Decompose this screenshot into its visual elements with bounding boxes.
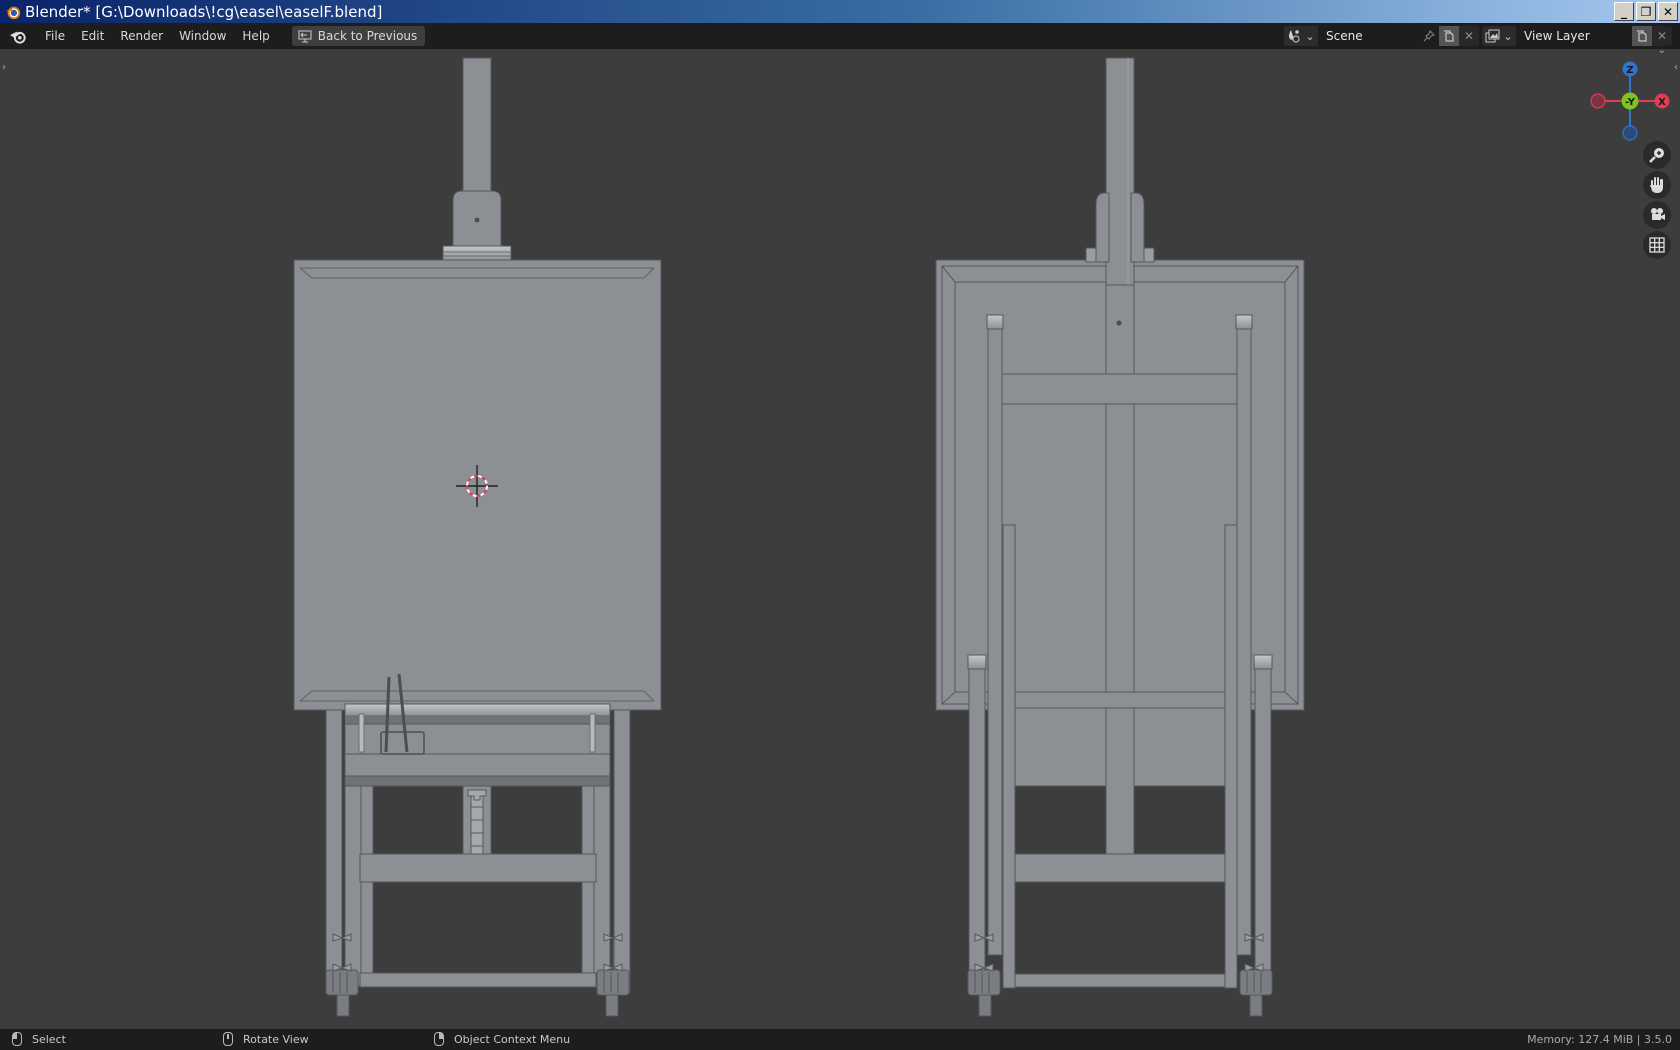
front-right-inner-leg	[593, 785, 611, 987]
back-left-leg	[987, 314, 1003, 956]
mast-clip-right	[1130, 192, 1145, 263]
gizmo-y-label: -Y	[1625, 97, 1636, 108]
back-upper-crossbar	[1001, 373, 1239, 405]
easel-front-view[interactable]	[293, 57, 662, 1017]
view-layer-type-dropdown[interactable]: ⌄	[1482, 26, 1516, 46]
restore-button[interactable]: ❐	[1636, 2, 1656, 21]
gizmo-z-label: Z	[1626, 65, 1633, 76]
screen-back-icon	[298, 30, 312, 42]
menu-render[interactable]: Render	[112, 26, 171, 46]
chevron-down-icon: ⌄	[1503, 29, 1513, 43]
zoom-view-button[interactable]	[1643, 141, 1671, 169]
mouse-left-icon	[12, 1032, 22, 1046]
toolbar-expand-toggle[interactable]: ›	[2, 62, 6, 73]
back-lower-crossbar	[1014, 853, 1226, 883]
menu-edit[interactable]: Edit	[73, 26, 112, 46]
gizmo-neg-z-icon	[1622, 125, 1638, 141]
viewport-scene	[293, 57, 1305, 1017]
back-right-inner-leg	[1224, 524, 1238, 989]
chevron-down-icon: ⌄	[1305, 29, 1315, 43]
front-left-inner-leg	[344, 785, 362, 987]
back-bottom-bar	[1014, 973, 1226, 988]
back-lower-panel-left	[1014, 707, 1107, 787]
back-right-foot	[1239, 969, 1273, 996]
canvas-tray-front	[344, 753, 611, 777]
grid-icon	[1649, 237, 1665, 253]
menu-window[interactable]: Window	[171, 26, 234, 46]
status-bar: Select Rotate View Object Context Menu M…	[0, 1029, 1680, 1050]
canvas-tray-top	[344, 703, 611, 717]
hand-pan-icon	[1650, 177, 1663, 194]
front-crossbar	[359, 853, 597, 883]
scene-selector: ⌄ Scene ✕	[1284, 26, 1479, 46]
easel-mast	[462, 57, 492, 193]
camera-view-button[interactable]	[1643, 201, 1671, 229]
new-scene-icon[interactable]	[1439, 26, 1459, 46]
window-title: Blender* [G:\Downloads\!cg\easel\easelF.…	[25, 2, 383, 21]
back-right-leg	[1236, 314, 1252, 956]
window-titlebar: Blender* [G:\Downloads\!cg\easel\easelF.…	[0, 0, 1680, 23]
pin-scene-icon[interactable]	[1419, 26, 1439, 46]
close-button[interactable]: ✕	[1658, 2, 1678, 21]
view-layer-name-field[interactable]: View Layer	[1516, 26, 1632, 46]
status-select-label: Select	[32, 1032, 66, 1046]
gizmo-x-label: X	[1658, 97, 1666, 108]
easel-back-view[interactable]	[935, 57, 1305, 1017]
status-rotate-label: Rotate View	[243, 1032, 309, 1046]
gizmo-neg-x-icon	[1590, 93, 1606, 109]
zoom-icon	[1649, 148, 1664, 163]
back-left-foot	[967, 969, 1001, 996]
view-layer-icon	[1485, 29, 1500, 43]
scene-type-dropdown[interactable]: ⌄	[1284, 26, 1318, 46]
clamp-knob	[474, 217, 480, 223]
pan-view-button[interactable]	[1643, 171, 1671, 199]
blender-app-icon	[5, 6, 21, 19]
back-to-previous-label: Back to Previous	[317, 29, 418, 43]
status-rotate: Rotate View	[223, 1032, 309, 1046]
scene-name-field[interactable]: Scene	[1318, 26, 1419, 46]
back-mast	[1105, 57, 1135, 286]
top-menu-bar: File Edit Render Window Help Back to Pre…	[0, 23, 1680, 49]
menu-help[interactable]: Help	[234, 26, 277, 46]
view-layer-selector: ⌄ View Layer ✕	[1482, 26, 1672, 46]
mast-clip-left	[1095, 192, 1110, 263]
menu-file[interactable]: File	[37, 26, 73, 46]
back-left-inner-leg	[1002, 524, 1016, 989]
status-context-label: Object Context Menu	[454, 1032, 571, 1046]
ortho-toggle-button[interactable]	[1643, 231, 1671, 259]
clamp-lip	[442, 245, 512, 262]
back-center-upright	[1105, 374, 1135, 857]
blender-logo-icon[interactable]	[9, 28, 27, 44]
status-select: Select	[12, 1032, 66, 1046]
status-context: Object Context Menu	[434, 1032, 570, 1046]
back-lower-panel-right	[1133, 707, 1226, 787]
camera-icon	[1651, 208, 1665, 220]
front-right-outer-leg	[613, 709, 631, 994]
new-view-layer-icon[interactable]	[1632, 26, 1652, 46]
front-left-foot	[325, 969, 359, 996]
3d-viewport[interactable]: › ‹ ⌄ Z X -Y	[0, 49, 1680, 1029]
memory-usage: Memory: 127.4 MiB | 3.5.0	[1527, 1033, 1672, 1046]
scene-icon	[1289, 30, 1300, 43]
front-bottom-bar	[359, 972, 597, 988]
back-mast-lower	[1105, 284, 1135, 376]
navigation-gizmo[interactable]: Z X -Y	[1588, 59, 1672, 143]
sidebar-expand-toggle[interactable]: ‹	[1674, 62, 1678, 73]
header-collapse-toggle[interactable]: ⌄	[1658, 49, 1666, 56]
delete-scene-icon[interactable]: ✕	[1459, 26, 1479, 46]
minimize-button[interactable]: _	[1614, 2, 1634, 21]
delete-view-layer-icon[interactable]: ✕	[1652, 26, 1672, 46]
mouse-middle-icon	[223, 1032, 233, 1046]
mouse-right-icon	[434, 1032, 444, 1046]
back-to-previous-button[interactable]: Back to Previous	[291, 26, 426, 46]
front-right-foot	[596, 969, 630, 996]
front-left-outer-leg	[325, 709, 343, 994]
